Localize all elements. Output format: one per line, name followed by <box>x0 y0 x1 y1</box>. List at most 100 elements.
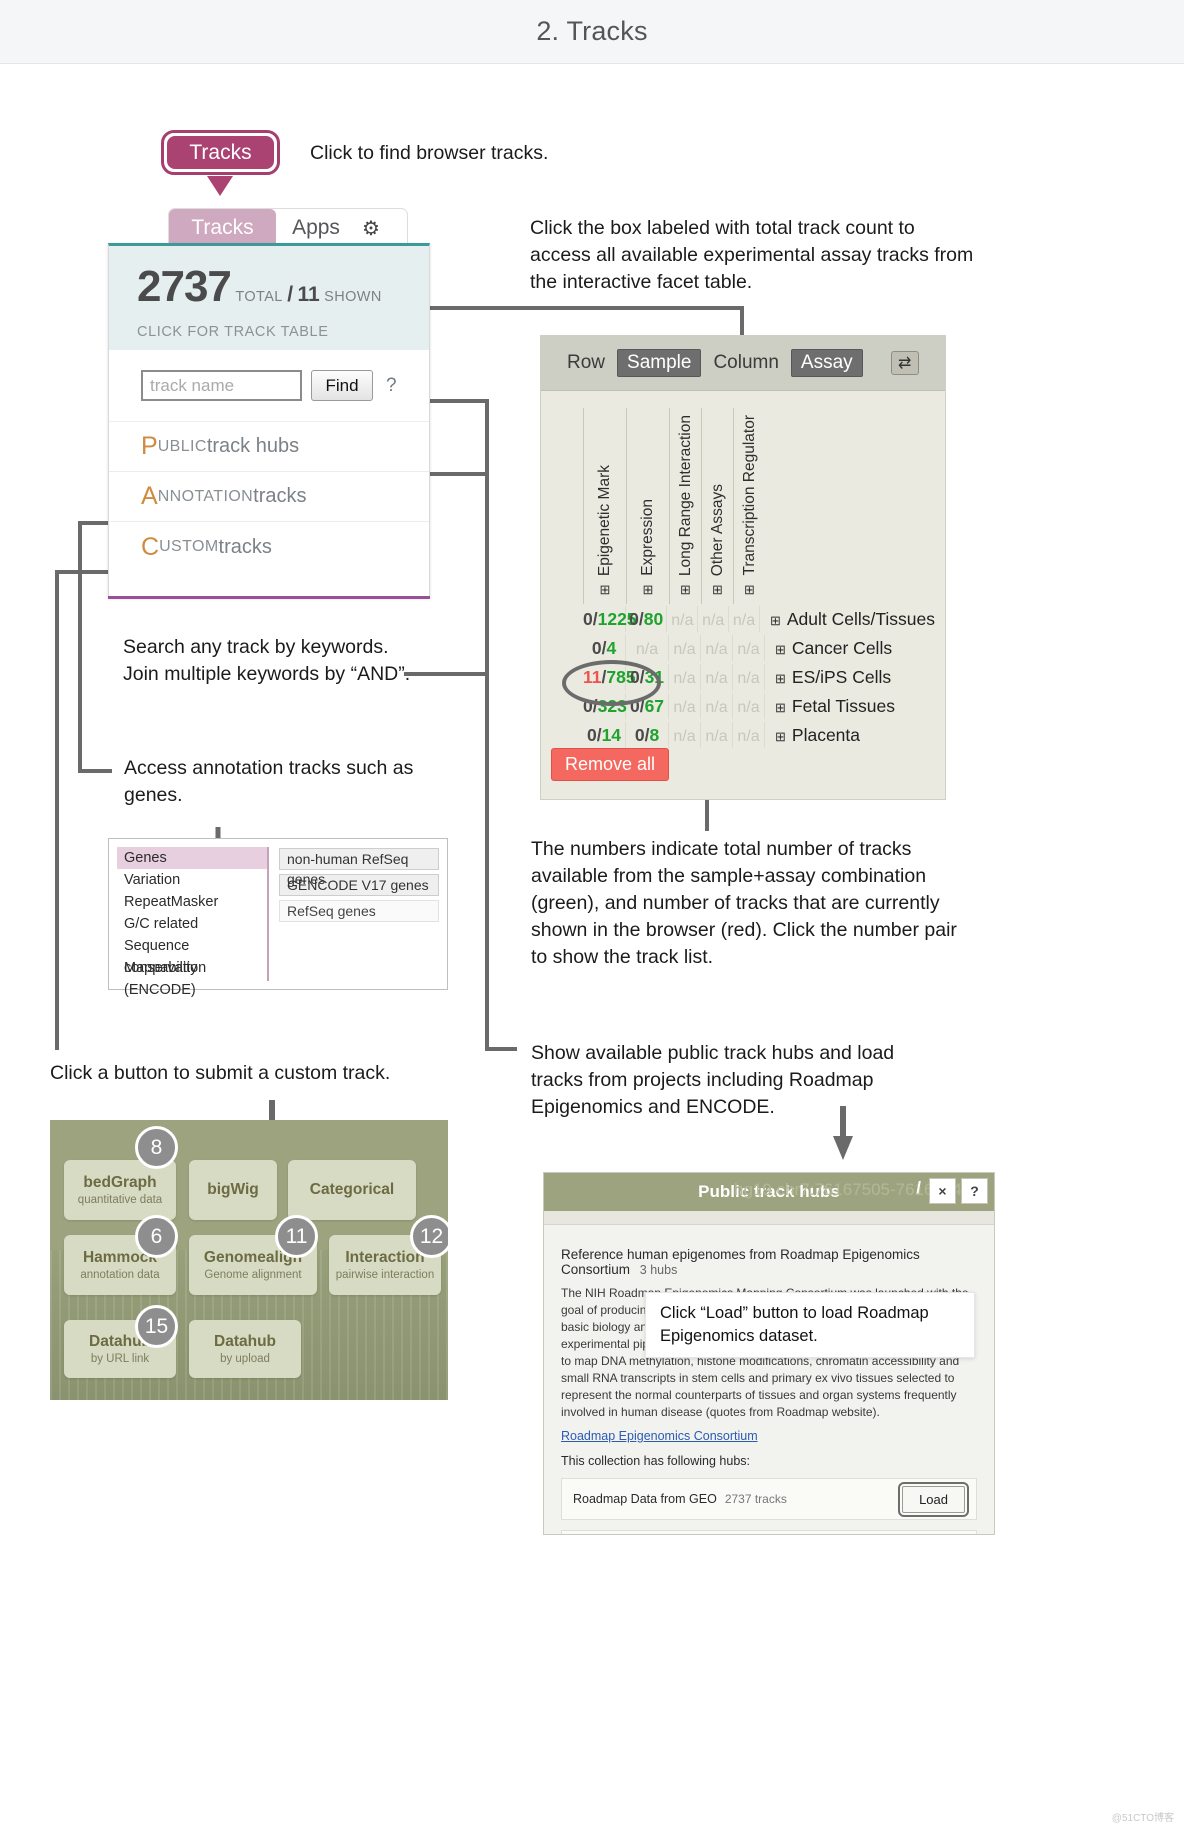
facet-cell[interactable]: n/a <box>733 664 765 690</box>
expand-icon[interactable]: ⊞ <box>600 582 611 598</box>
facet-row-label[interactable]: ⊞ Placenta <box>765 725 860 746</box>
note-annotation-tracks: Access annotation tracks such as genes. <box>124 757 414 806</box>
facet-column-header[interactable]: Long Range Interaction ⊞ <box>669 408 701 604</box>
load-callout-tooltip: Click “Load” button to load Roadmap Epig… <box>645 1292 975 1358</box>
annotation-category-item[interactable]: Genes <box>117 847 267 869</box>
facet-column-title: Transcription Regulator <box>740 415 758 576</box>
facet-column-title: Other Assays <box>708 483 726 576</box>
annotation-category-item[interactable]: Sequence conservation <box>117 935 267 976</box>
close-icon[interactable]: × <box>929 1178 956 1204</box>
facet-cell[interactable]: n/a <box>701 664 733 690</box>
facet-column-header[interactable]: Epigenetic Mark ⊞ <box>583 408 626 604</box>
tab-apps[interactable]: Apps <box>276 209 356 247</box>
help-icon[interactable]: ? <box>382 375 397 397</box>
track-count-box[interactable]: 2737 TOTAL / 11 SHOWN CLICK FOR TRACK TA… <box>109 246 429 350</box>
button-subtitle: Genome alignment <box>204 1269 302 1281</box>
annotation-option-item[interactable]: non-human RefSeq genes <box>279 848 439 887</box>
help-icon[interactable]: ? <box>961 1178 988 1204</box>
click-for-track-table-hint: CLICK FOR TRACK TABLE <box>137 324 329 340</box>
button-title: Datahub <box>214 1333 276 1350</box>
facet-cell[interactable]: n/a <box>733 693 765 719</box>
facet-column-title: Long Range Interaction <box>676 414 694 576</box>
annotation-category-item[interactable]: G/C related <box>117 913 267 935</box>
expand-icon[interactable]: ⊞ <box>775 700 786 715</box>
expand-icon[interactable]: ⊞ <box>643 582 654 598</box>
facet-row-label[interactable]: ⊞ ES/iPS Cells <box>765 667 891 688</box>
sidebar-item-public-track-hubs[interactable]: P UBLIC track hubs <box>109 422 429 472</box>
track-panel: 2737 TOTAL / 11 SHOWN CLICK FOR TRACK TA… <box>108 243 430 598</box>
button-subtitle: pairwise interaction <box>335 1269 435 1281</box>
annotation-category-item[interactable]: Mappability (ENCODE) <box>117 957 267 998</box>
expand-icon[interactable]: ⊞ <box>775 671 786 686</box>
step-badge-11: 11 <box>275 1215 318 1258</box>
facet-cell[interactable]: 0/8 <box>626 722 669 748</box>
custom-track-button-bedgraph[interactable]: bedGraph quantitative data <box>64 1160 176 1220</box>
expand-icon[interactable]: ⊞ <box>770 613 781 628</box>
search-input[interactable]: track name <box>141 370 302 401</box>
facet-column-header[interactable]: Other Assays ⊞ <box>701 408 733 604</box>
facet-cell[interactable]: n/a <box>698 606 730 632</box>
facet-cell[interactable]: n/a <box>669 635 701 661</box>
table-row[interactable]: 0/4 n/a n/a n/a n/a ⊞ Cancer Cells <box>557 634 935 662</box>
annotation-option-item[interactable]: GENCODE V17 genes <box>279 874 439 896</box>
tab-tracks[interactable]: Tracks <box>169 209 276 247</box>
button-title: Categorical <box>309 1181 395 1198</box>
sidebar-item-annotation-tracks[interactable]: A NNOTATION tracks <box>109 472 429 522</box>
facet-cell[interactable]: 0/14 <box>583 722 626 748</box>
find-button[interactable]: Find <box>311 370 373 401</box>
expand-icon[interactable]: ⊞ <box>744 582 755 598</box>
facet-row-value[interactable]: Sample <box>617 349 702 377</box>
facet-cell[interactable]: 0/80 <box>626 606 668 632</box>
table-row[interactable]: 0/1225 0/80 n/a n/a n/a ⊞ Adult Cells/Tissues <box>557 605 935 633</box>
facet-cell[interactable]: n/a <box>669 693 701 719</box>
facet-cell[interactable]: n/a <box>667 606 699 632</box>
sidebar-item-custom-tracks[interactable]: C USTOM tracks <box>109 522 429 572</box>
custom-track-button-categorical[interactable]: Categorical <box>288 1160 416 1220</box>
facet-cell[interactable]: n/a <box>733 722 765 748</box>
expand-icon[interactable]: ⊞ <box>680 582 691 598</box>
facet-cell[interactable]: n/a <box>669 722 701 748</box>
facet-row-label[interactable]: ⊞ Cancer Cells <box>765 638 892 659</box>
facet-row-label[interactable]: ⊞ Fetal Tissues <box>765 696 895 717</box>
step-badge-12: 12 <box>410 1215 448 1258</box>
table-row[interactable]: 0/14 0/8 n/a n/a n/a ⊞ Placenta <box>557 721 935 749</box>
hub-consortium-link[interactable]: Roadmap Epigenomics Consortium <box>561 1429 758 1443</box>
total-track-count: 2737 <box>137 262 232 311</box>
remove-all-button[interactable]: Remove all <box>551 748 670 781</box>
facet-cell[interactable]: n/a <box>669 664 701 690</box>
annotation-category-item[interactable]: RepeatMasker <box>117 891 267 913</box>
custom-track-button-bigwig[interactable]: bigWig <box>189 1160 277 1220</box>
load-button[interactable]: Load <box>898 1481 969 1517</box>
annotation-category-item[interactable]: Variation <box>117 869 267 891</box>
facet-cell[interactable]: 0/4 <box>583 635 626 661</box>
facet-column-title: Expression <box>639 499 656 576</box>
facet-column-header[interactable]: Expression ⊞ <box>626 408 669 604</box>
gear-icon[interactable]: ⚙ <box>356 209 386 247</box>
expand-icon[interactable]: ⊞ <box>775 729 786 744</box>
facet-column-headers: Epigenetic Mark ⊞ Expression ⊞ Long Rang… <box>557 399 935 604</box>
facet-column-value[interactable]: Assay <box>790 349 863 377</box>
annotation-category-list: Genes Variation RepeatMasker G/C related Seq… <box>117 847 269 998</box>
facet-cell[interactable]: n/a <box>701 635 733 661</box>
facet-cell[interactable]: n/a <box>701 722 733 748</box>
tracks-callout-pill: Tracks <box>161 130 280 175</box>
expand-icon[interactable]: ⊞ <box>712 582 723 598</box>
facet-cell[interactable]: 0/1225 <box>583 606 637 632</box>
facet-cell[interactable]: n/a <box>701 693 733 719</box>
facet-row-label: Row <box>567 352 606 373</box>
facet-cell[interactable]: n/a <box>733 635 765 661</box>
expand-icon[interactable]: ⊞ <box>775 642 786 657</box>
step-badge-8: 8 <box>135 1126 178 1169</box>
facet-cell[interactable]: n/a <box>626 635 669 661</box>
annotation-option-item[interactable]: RefSeq genes <box>279 900 439 922</box>
facet-row-label[interactable]: ⊞ Adult Cells/Tissues <box>760 609 935 630</box>
button-subtitle: annotation data <box>80 1269 160 1281</box>
custom-tail: tracks <box>218 535 272 558</box>
custom-track-button-datahub-upload[interactable]: Datahub by upload <box>189 1320 301 1378</box>
note-facet-table: Click the box labeled with total track c… <box>530 217 974 293</box>
facet-column-title: Epigenetic Mark <box>596 464 613 576</box>
facet-cell[interactable]: n/a <box>729 606 760 632</box>
total-label: TOTAL <box>235 289 283 305</box>
swap-icon[interactable]: ⇄ <box>890 351 919 375</box>
facet-column-header[interactable]: Transcription Regulator ⊞ <box>733 408 765 604</box>
